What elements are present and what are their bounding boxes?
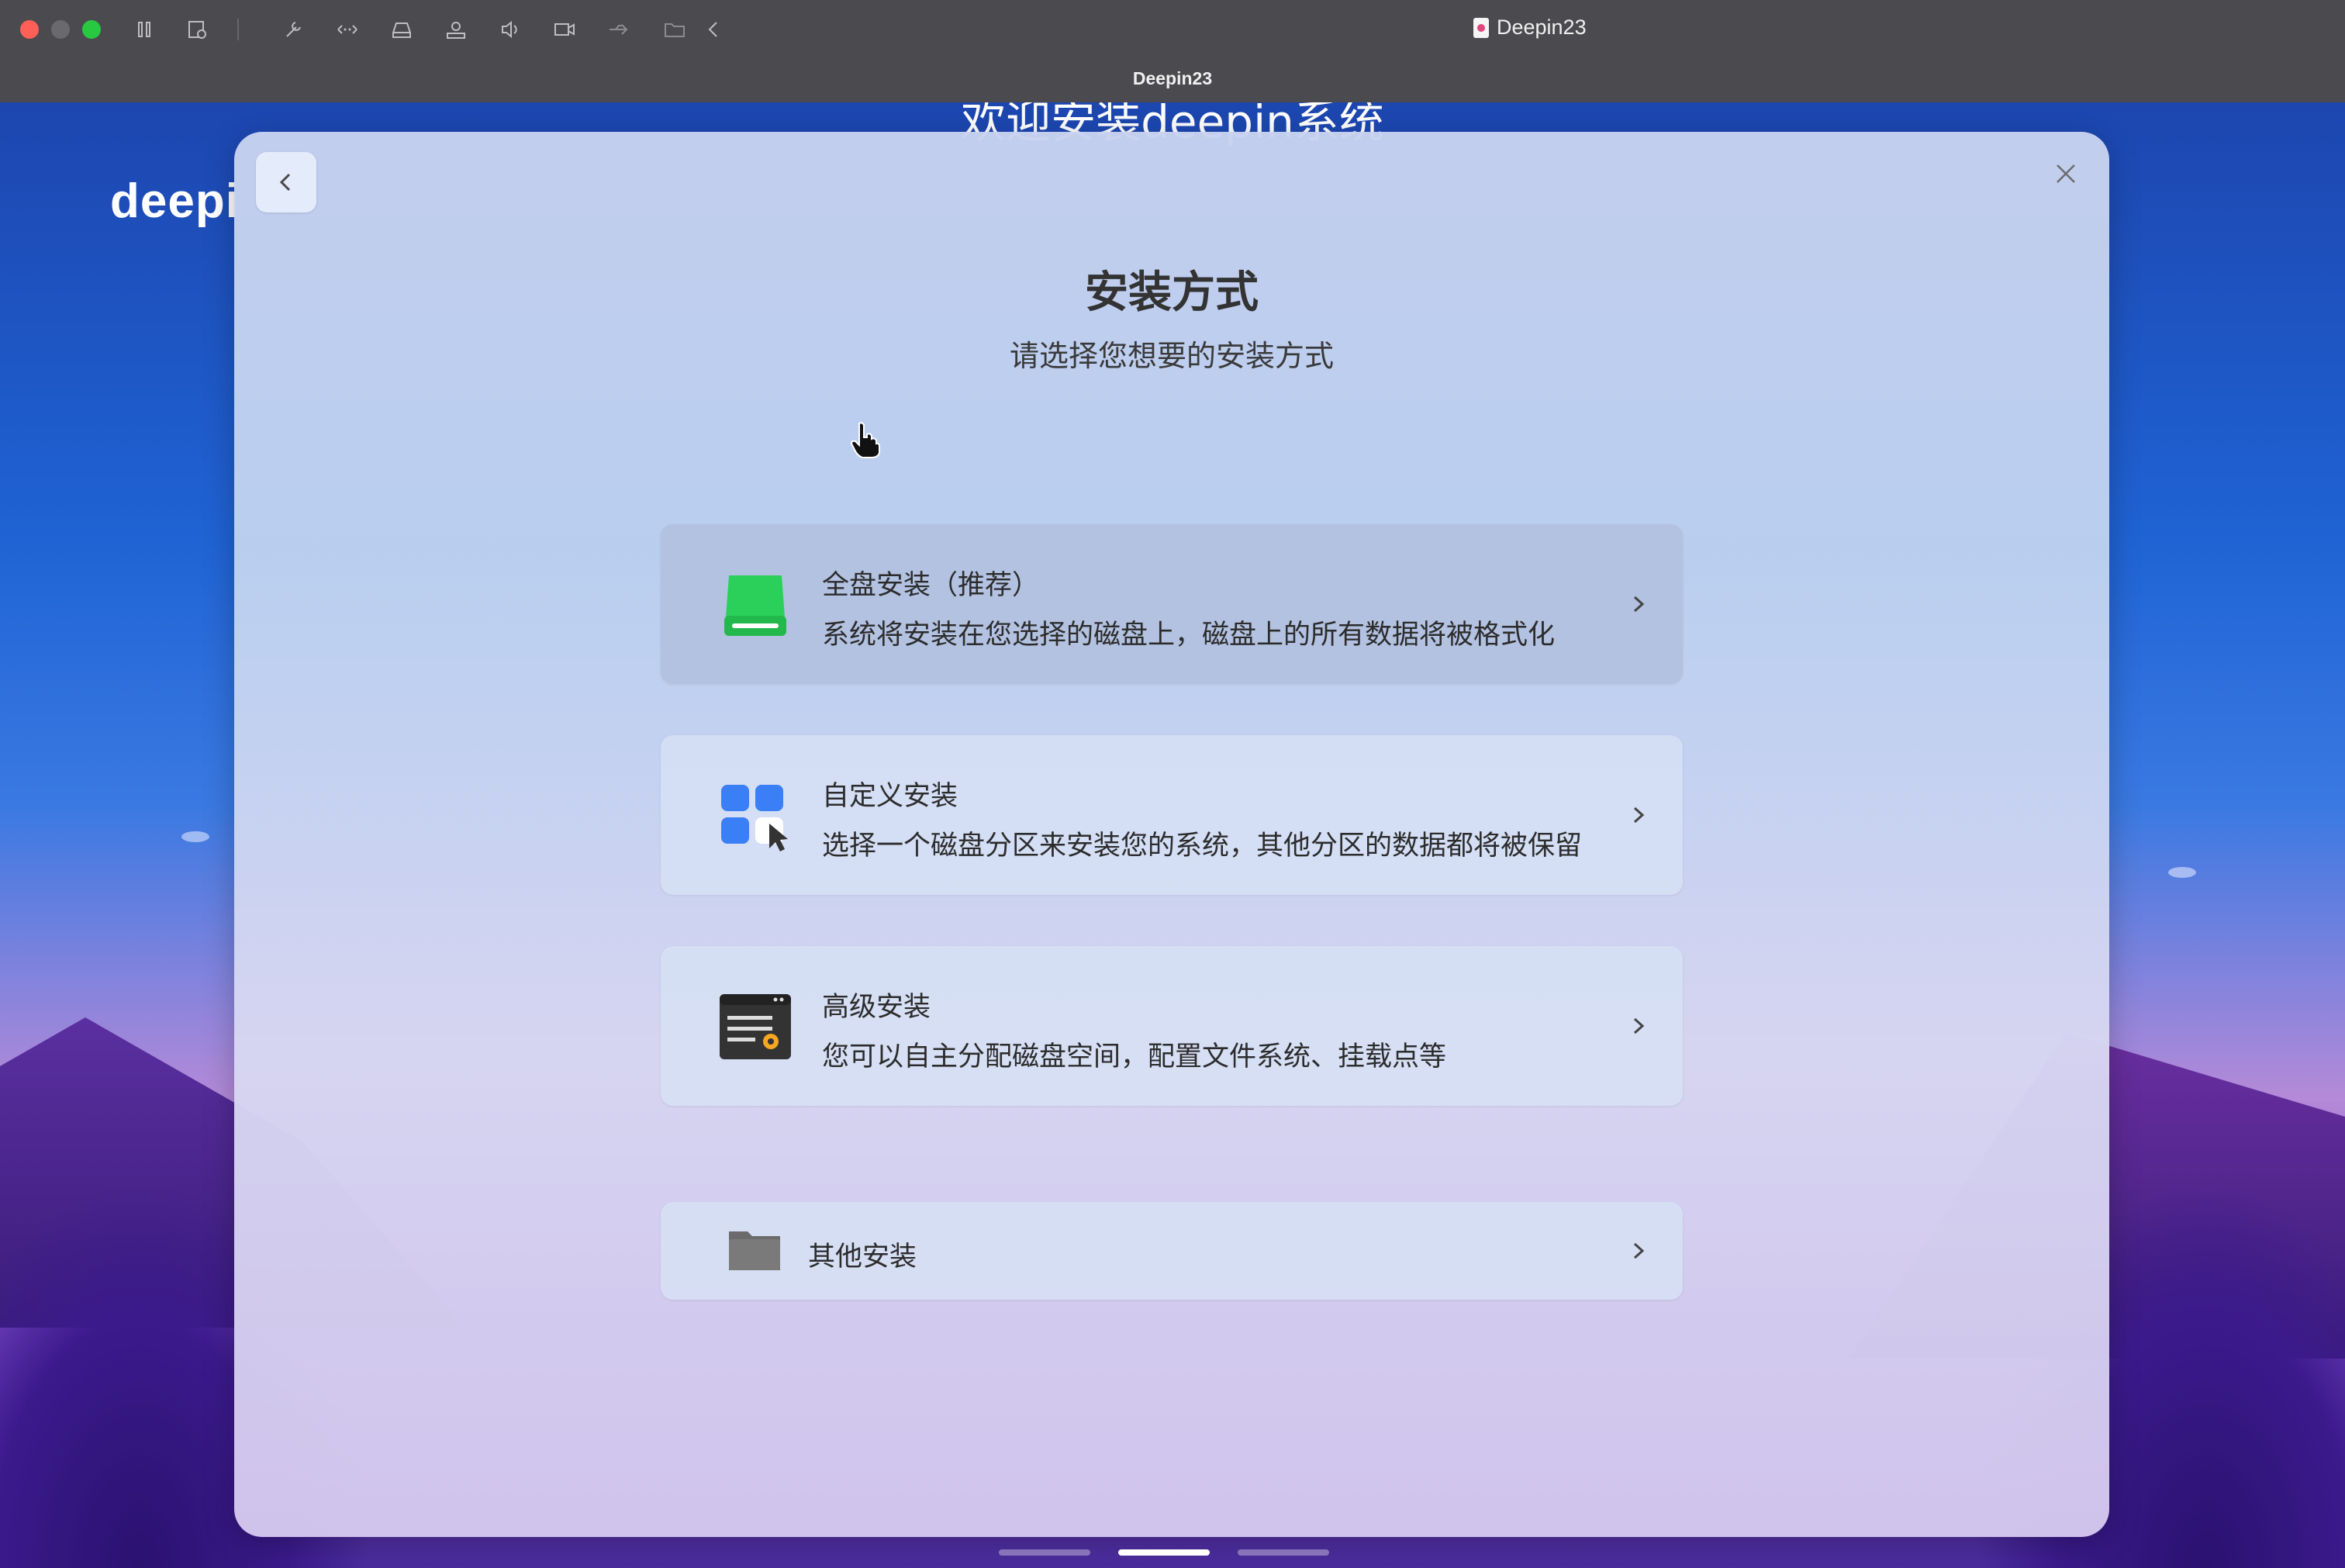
option-description: 选择一个磁盘分区来安装您的系统，其他分区的数据都将被保留 bbox=[822, 831, 1583, 862]
option-full-disk-install[interactable]: 全盘安装（推荐） 系统将安装在您选择的磁盘上，磁盘上的所有数据将被格式化 bbox=[661, 524, 1683, 684]
chevron-right-icon bbox=[1633, 596, 1645, 613]
camera-icon[interactable] bbox=[549, 14, 580, 45]
window-subtitle: Deepin23 bbox=[1132, 68, 1213, 88]
dialog-subtitle: 请选择您想要的安装方式 bbox=[1009, 339, 1334, 373]
disk-icon[interactable] bbox=[386, 14, 417, 45]
pause-icon[interactable] bbox=[129, 14, 160, 45]
usb-icon[interactable] bbox=[603, 14, 634, 45]
option-title: 自定义安装 bbox=[822, 781, 958, 812]
page-dot[interactable] bbox=[999, 1549, 1090, 1556]
sound-icon[interactable] bbox=[495, 14, 526, 45]
window-title-text: Deepin23 bbox=[1497, 16, 1587, 39]
toolbar-separator bbox=[237, 19, 239, 40]
page-dot[interactable] bbox=[1238, 1549, 1329, 1556]
option-title: 其他安装 bbox=[808, 1242, 917, 1273]
window-close-button[interactable] bbox=[20, 20, 39, 39]
disk-drive-icon bbox=[718, 568, 793, 642]
chevron-right-icon bbox=[1633, 1242, 1645, 1259]
shared-folder-icon[interactable] bbox=[659, 14, 690, 45]
option-description: 您可以自主分配磁盘空间，配置文件系统、挂载点等 bbox=[822, 1041, 1447, 1072]
window-zoom-button[interactable] bbox=[82, 20, 101, 39]
window-title: Deepin23 bbox=[1473, 16, 1587, 40]
fish-right bbox=[2168, 867, 2196, 878]
option-description: 系统将安装在您选择的磁盘上，磁盘上的所有数据将被格式化 bbox=[822, 620, 1556, 651]
chevron-right-icon bbox=[1633, 806, 1645, 824]
chevron-left-icon[interactable] bbox=[698, 14, 729, 45]
chevron-left-icon bbox=[279, 173, 291, 192]
back-button[interactable] bbox=[256, 152, 316, 212]
network-icon[interactable] bbox=[332, 14, 363, 45]
fish-left bbox=[181, 831, 209, 842]
option-title: 高级安装 bbox=[822, 992, 931, 1023]
wrench-icon[interactable] bbox=[278, 14, 309, 45]
hand-cursor-icon bbox=[850, 422, 880, 458]
window-minimize-button[interactable] bbox=[51, 20, 70, 39]
folder-icon bbox=[727, 1225, 782, 1273]
document-icon bbox=[1473, 17, 1489, 38]
dialog-title: 安装方式 bbox=[1085, 268, 1259, 318]
vm-titlebar: Deepin23 Deepin23 bbox=[0, 0, 2345, 102]
option-other-install[interactable]: 其他安装 bbox=[661, 1202, 1683, 1300]
deepin-logo: deepi bbox=[110, 174, 240, 228]
install-mode-dialog: 安装方式 请选择您想要的安装方式 全盘安装（推荐） 系统将安装在您选择的磁盘上，… bbox=[234, 132, 2109, 1537]
option-advanced-install[interactable]: 高级安装 您可以自主分配磁盘空间，配置文件系统、挂载点等 bbox=[661, 946, 1683, 1106]
option-custom-install[interactable]: 自定义安装 选择一个磁盘分区来安装您的系统，其他分区的数据都将被保留 bbox=[661, 735, 1683, 895]
page-indicator bbox=[0, 1549, 2345, 1557]
close-button[interactable] bbox=[2044, 152, 2088, 195]
option-title: 全盘安装（推荐） bbox=[822, 570, 1040, 601]
advanced-settings-icon bbox=[718, 989, 793, 1064]
partition-grid-icon bbox=[718, 779, 793, 853]
page-dot-active[interactable] bbox=[1118, 1549, 1210, 1556]
close-icon bbox=[2057, 164, 2075, 183]
chevron-right-icon bbox=[1633, 1017, 1645, 1034]
printer-icon[interactable] bbox=[440, 14, 471, 45]
snapshot-icon[interactable] bbox=[181, 14, 212, 45]
